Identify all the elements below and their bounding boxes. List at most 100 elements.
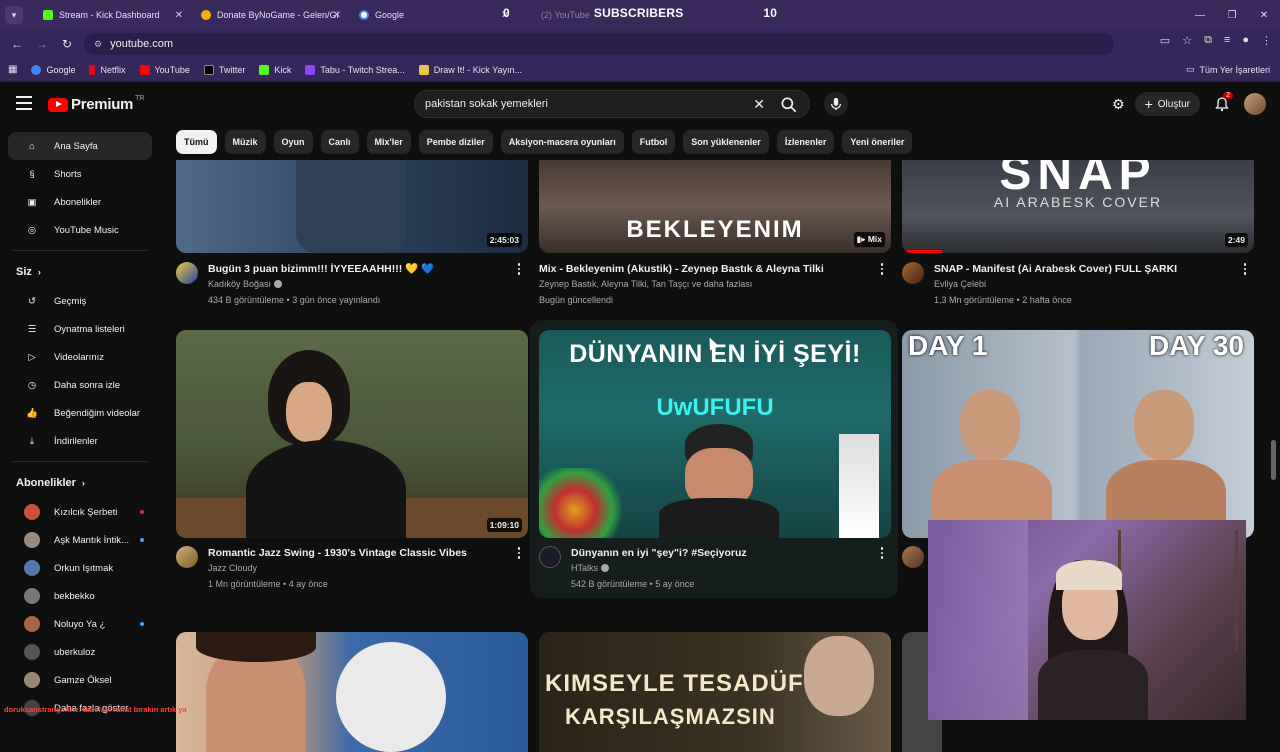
more-actions-icon[interactable] [1240, 262, 1250, 276]
more-actions-icon[interactable] [514, 262, 524, 276]
url-input[interactable]: ⚙ youtube.com [84, 33, 1114, 55]
sidebar-item-liked[interactable]: 👍 Beğendiğim videolar [8, 399, 152, 427]
filter-chip[interactable]: Canlı [320, 130, 359, 154]
filter-chip[interactable]: Son yüklenenler [683, 130, 769, 154]
filter-chip[interactable]: Tümü [176, 130, 217, 154]
sidebar-item-subscriptions[interactable]: ▣ Abonelikler [8, 188, 152, 216]
more-actions-icon[interactable] [514, 546, 524, 560]
channel-avatar[interactable] [176, 546, 198, 568]
video-thumbnail[interactable]: BEKLEYENIM ▮▸ Mix [539, 160, 891, 253]
more-actions-icon[interactable] [877, 262, 887, 276]
create-button[interactable]: + Oluştur [1134, 92, 1200, 116]
filter-chip[interactable]: İzlenenler [776, 130, 835, 154]
video-thumbnail[interactable] [176, 632, 528, 752]
search-icon[interactable] [779, 95, 799, 115]
sidebar-item-youtube-music[interactable]: ◎ YouTube Music [8, 216, 152, 244]
sidebar-section-you[interactable]: Siz › [0, 257, 160, 287]
reload-icon[interactable]: ↻ [56, 33, 78, 55]
channel-avatar[interactable] [902, 546, 924, 568]
video-title[interactable]: Dünyanın en iyi "şey"i? #Seçiyoruz [571, 546, 871, 560]
channel-avatar[interactable] [902, 262, 924, 284]
sidebar-subscription-item[interactable]: Aşk Mantık İntik... [8, 526, 152, 554]
close-tab-icon[interactable]: ✕ [333, 10, 341, 21]
bookmark-item[interactable]: Kick [259, 64, 291, 75]
close-window-icon[interactable]: ✕ [1248, 0, 1280, 30]
video-title[interactable]: Mix - Bekleyenim (Akustik) - Zeynep Bast… [539, 262, 874, 276]
channel-name[interactable]: HTalks [571, 563, 610, 573]
sidebar-item-history[interactable]: ↺ Geçmiş [8, 287, 152, 315]
cast-icon[interactable]: ▭ [1160, 34, 1170, 47]
clear-search-icon[interactable]: ✕ [753, 96, 765, 113]
video-thumbnail[interactable]: DAY 1 DAY 30 [902, 330, 1254, 538]
all-bookmarks[interactable]: ▭ Tüm Yer İşaretleri [1186, 64, 1270, 75]
video-title[interactable]: Bugün 3 puan bizimm!!! İYYEEAAHH!!! 💛 💙 [208, 262, 508, 276]
profile-icon[interactable]: ● [1242, 34, 1249, 47]
bookmark-item[interactable]: Netflix [89, 64, 126, 75]
youtube-premium-logo[interactable]: Premium TR [48, 95, 144, 113]
filter-chip[interactable]: Yeni öneriler [842, 130, 913, 154]
bookmark-item[interactable]: Draw It! - Kick Yayın... [418, 64, 522, 75]
channel-name[interactable]: Evliya Çelebi [934, 279, 986, 289]
close-tab-icon[interactable]: ✕ [175, 10, 183, 21]
minimize-icon[interactable]: — [1184, 0, 1216, 30]
sidebar-item-playlists[interactable]: ☰ Oynatma listeleri [8, 315, 152, 343]
filter-chip[interactable]: Pembe diziler [418, 130, 493, 154]
page-scrollbar[interactable] [1271, 440, 1276, 480]
video-title[interactable]: Romantic Jazz Swing - 1930's Vintage Cla… [208, 546, 508, 560]
filter-chip[interactable]: Müzik [224, 130, 266, 154]
voice-search-icon[interactable] [824, 92, 848, 116]
browser-tab[interactable]: Google [349, 0, 507, 30]
extension-gear-icon[interactable]: ⚙ [1112, 96, 1125, 113]
sidebar-item-your-videos[interactable]: ▷ Videolarınız [8, 343, 152, 371]
apps-icon[interactable]: ▦ [8, 64, 17, 75]
bookmark-star-icon[interactable]: ☆ [1182, 34, 1192, 47]
filter-chip[interactable]: Futbol [631, 130, 676, 154]
video-thumbnail[interactable]: 2:45:03 [176, 160, 528, 253]
video-title[interactable]: SNAP - Manifest (Ai Arabesk Cover) FULL … [934, 262, 1234, 276]
sidebar-subscription-item[interactable]: Gamze Öksel [8, 666, 152, 694]
sidebar-item-home[interactable]: ⌂ Ana Sayfa [8, 132, 152, 160]
bookmark-item[interactable]: Google [31, 64, 75, 75]
video-thumbnail[interactable]: KIMSEYLE TESADÜFEN KARŞILAŞMAZSIN [539, 632, 891, 752]
account-avatar[interactable] [1244, 93, 1266, 115]
sidebar-subscription-item[interactable]: Orkun Işıtmak [8, 554, 152, 582]
sidebar-section-subscriptions[interactable]: Abonelikler › [0, 468, 160, 498]
channel-avatar[interactable] [539, 546, 561, 568]
more-actions-icon[interactable] [877, 546, 887, 560]
sidebar-item-label: bekbekko [54, 590, 95, 602]
channel-name[interactable]: Zeynep Bastık, Aleyna Tilki, Tan Taşçı v… [539, 279, 752, 289]
filter-chip[interactable]: Aksiyon-macera oyunları [500, 130, 624, 154]
site-info-icon[interactable]: ⚙ [94, 39, 102, 50]
forward-icon[interactable]: → [31, 33, 53, 55]
restore-icon[interactable]: ❐ [1216, 0, 1248, 30]
sidebar-divider [12, 250, 148, 251]
menu-icon[interactable]: ⋮ [1261, 34, 1272, 47]
search-input[interactable]: pakistan sokak yemekleri ✕ [414, 90, 810, 118]
sidebar-subscription-item[interactable]: Kızılcık Şerbeti [8, 498, 152, 526]
sidebar-item-downloads[interactable]: ⤓ İndirilenler [8, 427, 152, 455]
filter-chip[interactable]: Mix'ler [366, 130, 411, 154]
extensions-icon[interactable]: ⧉ [1204, 34, 1212, 47]
hamburger-menu-icon[interactable] [16, 96, 32, 110]
bookmark-item[interactable]: YouTube [139, 64, 190, 75]
filter-chip[interactable]: Oyun [273, 130, 313, 154]
channel-name[interactable]: Jazz Cloudy [208, 563, 257, 573]
channel-name[interactable]: Kadıköy Boğası [208, 279, 283, 289]
media-icon[interactable]: ≡ [1224, 34, 1230, 47]
sidebar-subscription-item[interactable]: Noluyo Ya ¿ [8, 610, 152, 638]
channel-avatar[interactable] [176, 262, 198, 284]
video-thumbnail[interactable]: DÜNYANIN EN İYİ ŞEYİ! UwUFUFU [539, 330, 891, 538]
tab-search-icon[interactable]: ▾ [5, 6, 23, 24]
video-thumbnail[interactable]: SNAP AI ARABESK COVER 2:49 [902, 160, 1254, 253]
bookmark-item[interactable]: Twitter [203, 64, 245, 75]
browser-tab[interactable]: Donate ByNoGame - Gelen/Gid ✕ [191, 0, 349, 30]
back-icon[interactable]: ← [6, 33, 28, 55]
video-thumbnail[interactable]: 1:09:10 [176, 330, 528, 538]
notifications-bell-icon[interactable]: 2 [1210, 92, 1234, 116]
sidebar-item-shorts[interactable]: § Shorts [8, 160, 152, 188]
bookmark-item[interactable]: Tabu - Twitch Strea... [305, 64, 405, 75]
sidebar-subscription-item[interactable]: uberkuloz [8, 638, 152, 666]
browser-tab[interactable]: Stream - Kick Dashboard ✕ [33, 0, 191, 30]
sidebar-item-watch-later[interactable]: ◷ Daha sonra izle [8, 371, 152, 399]
sidebar-subscription-item[interactable]: bekbekko [8, 582, 152, 610]
